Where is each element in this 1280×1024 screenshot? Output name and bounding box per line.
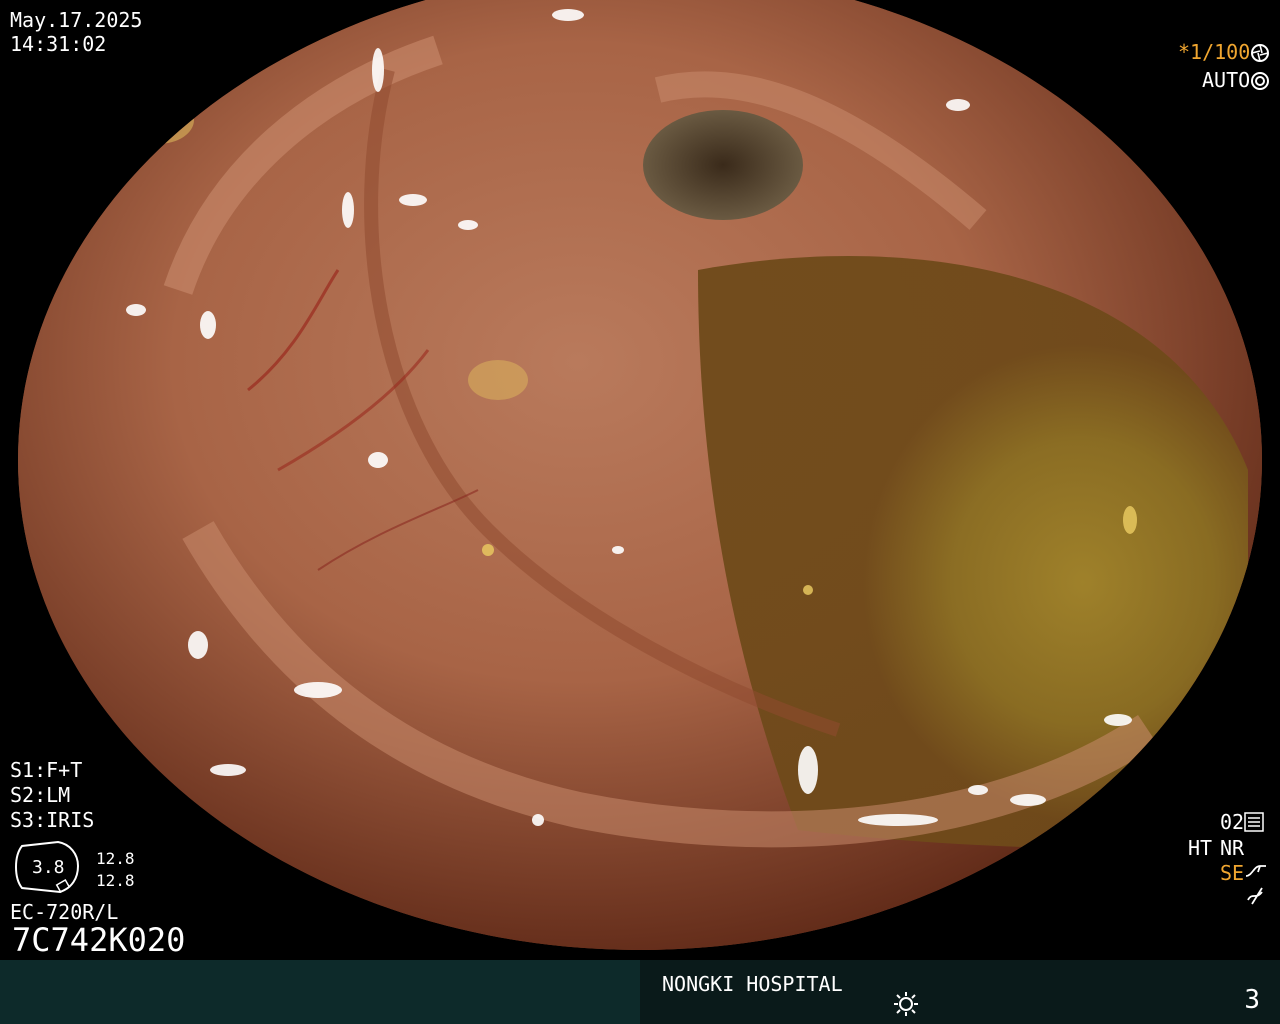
time-label: 14:31:02 <box>10 32 107 56</box>
auto-gear-icon <box>1251 72 1269 90</box>
setting-s3: S3:IRIS <box>10 808 95 832</box>
freeze-icon <box>1247 887 1263 905</box>
aperture-icon <box>1251 44 1269 62</box>
gauge-lower: 12.8 <box>96 871 135 890</box>
status-ht: HT <box>1188 836 1213 860</box>
se-curve-icon <box>1245 865 1266 877</box>
date-label: May.17.2025 <box>10 8 143 32</box>
shutter-value: *1/100 <box>1178 40 1251 64</box>
gauge-value: 3.8 <box>32 857 65 878</box>
endoscope-view <box>18 0 1262 950</box>
status-02: 02 <box>1220 810 1245 834</box>
colon-image <box>18 0 1262 950</box>
serial-number: 7C742K020 <box>12 921 186 959</box>
status-se: SE <box>1220 861 1245 885</box>
enhance-icon <box>1244 812 1264 832</box>
setting-s2: S2:LM <box>10 783 71 807</box>
hospital-name: NONGKI HOSPITAL <box>662 972 843 996</box>
setting-s1: S1:F+T <box>10 758 83 782</box>
page-number: 3 <box>1244 985 1260 1015</box>
light-sun-icon <box>894 992 918 1016</box>
shutter-speed: *1/100 <box>1178 40 1250 64</box>
shutter-mode: AUTO <box>1202 68 1251 92</box>
status-nr: NR <box>1220 836 1245 860</box>
footer-left-panel <box>0 960 640 1024</box>
gauge-upper: 12.8 <box>96 849 135 868</box>
